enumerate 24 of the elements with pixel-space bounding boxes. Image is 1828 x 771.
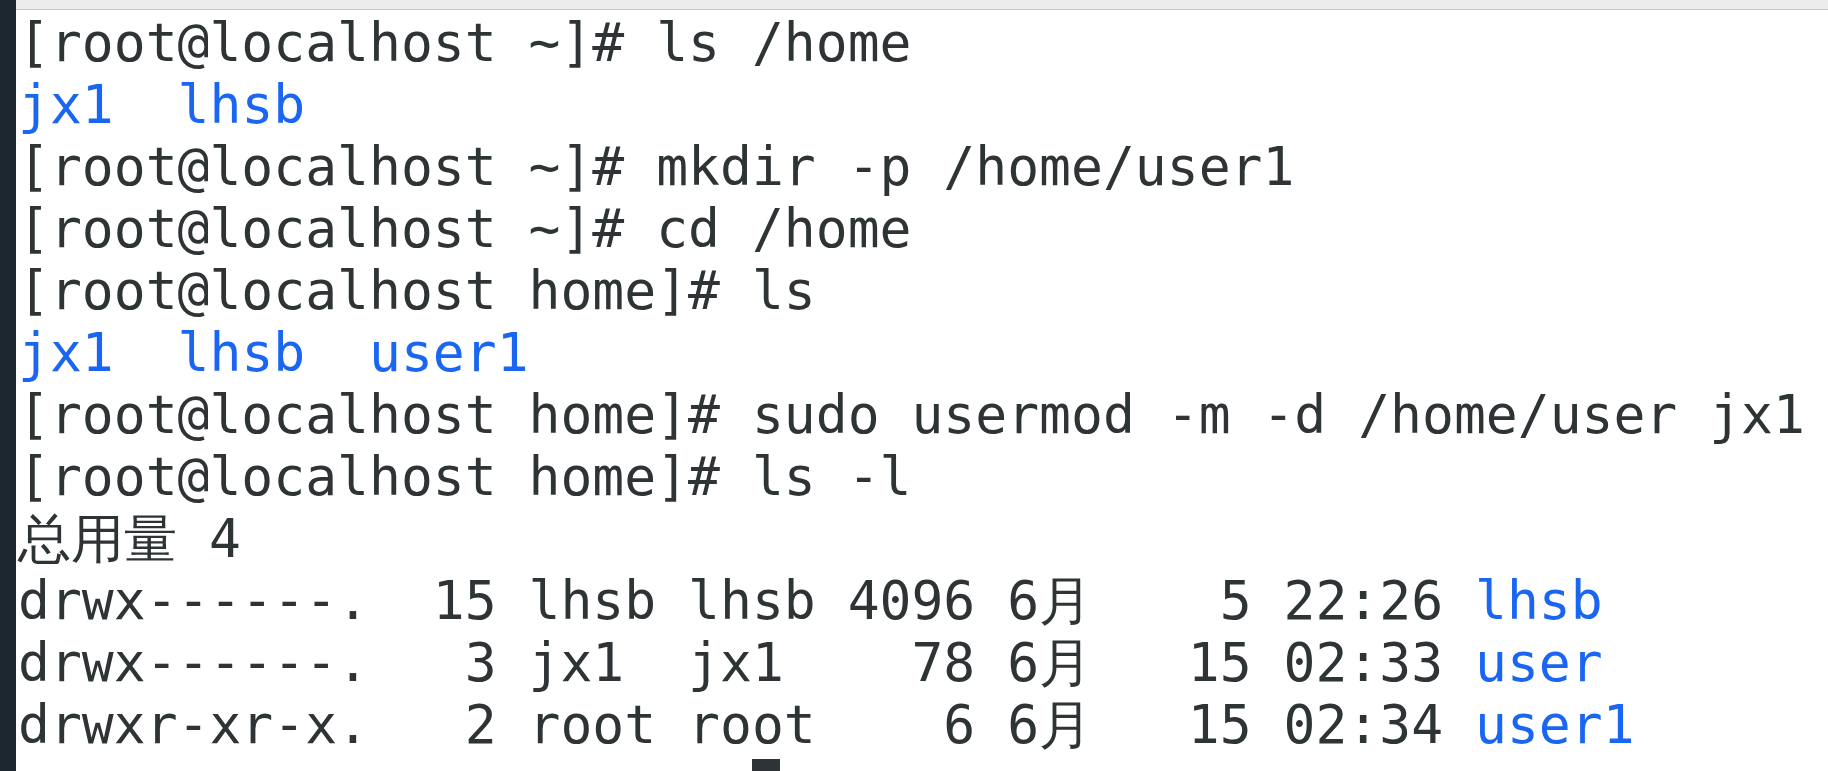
command-text: mkdir -p /home/user1	[656, 136, 1295, 197]
prompt-text: [root@localhost home]#	[18, 384, 720, 445]
prompt-text: [root@localhost ~]#	[18, 136, 625, 197]
listing-details: drwxr-xr-x. 2 root root 6 6月 15 02:34	[18, 694, 1444, 755]
listing-details: drwx------. 3 jx1 jx1 78 6月 15 02:33	[18, 632, 1444, 693]
prompt-text: [root@localhost ~]#	[18, 198, 625, 259]
command-text: ls /home	[656, 12, 912, 73]
directory-name: lhsb	[1475, 570, 1603, 631]
prompt-text: [root@localhost home]#	[18, 260, 720, 321]
directory-name: jx1	[18, 74, 114, 135]
directory-name: lhsb	[177, 322, 306, 383]
prompt-text: [root@localhost ~]#	[18, 12, 625, 73]
command-text: cd /home	[656, 198, 912, 259]
directory-name: lhsb	[177, 74, 306, 135]
output-text: 总用量 4	[18, 508, 241, 569]
command-text: ls	[751, 260, 816, 321]
directory-name: user	[1475, 632, 1603, 693]
listing-details: drwx------. 15 lhsb lhsb 4096 6月 5 22:26	[18, 570, 1444, 631]
directory-name: jx1	[18, 322, 114, 383]
prompt-text: [root@localhost home]#	[18, 446, 720, 507]
directory-name: user1	[369, 322, 529, 383]
command-text: ls -l	[751, 446, 912, 507]
command-text: sudo usermod -m -d /home/user jx1	[751, 384, 1805, 445]
directory-name: user1	[1475, 694, 1635, 755]
